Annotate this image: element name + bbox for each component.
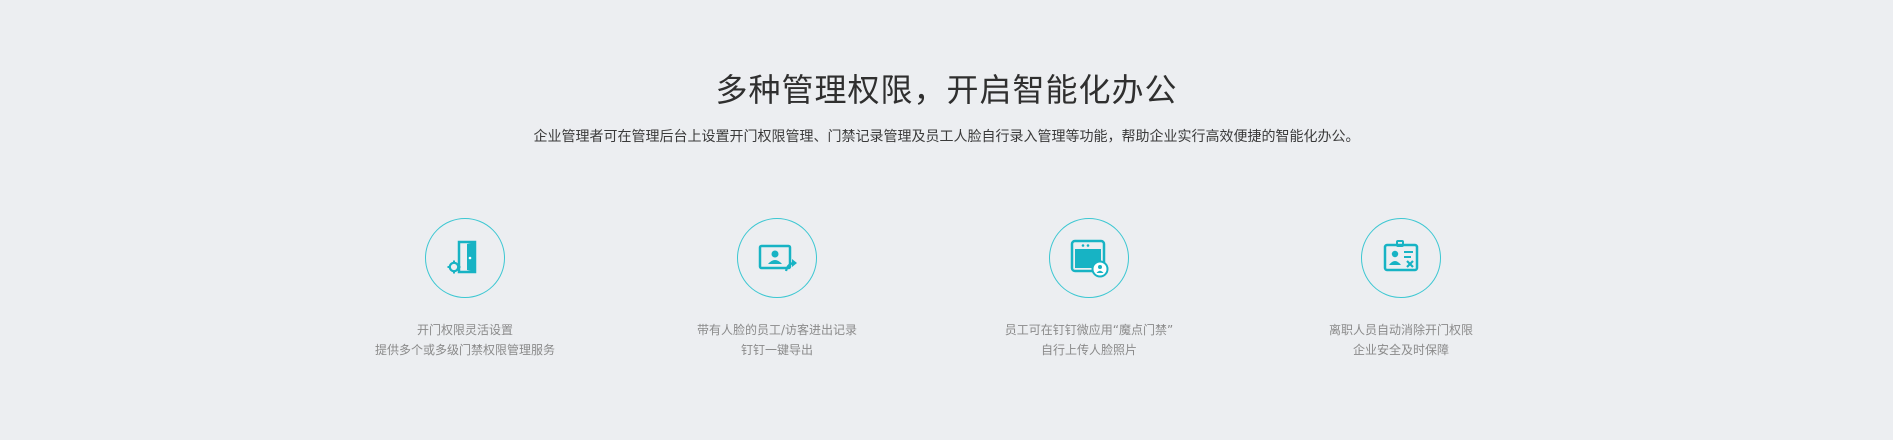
feature-icon-circle (1361, 218, 1441, 298)
door-gear-icon (445, 238, 485, 278)
feature-title: 开门权限灵活设置 (416, 323, 513, 337)
feature-title: 员工可在钉钉微应用“魔点门禁” (1004, 323, 1174, 337)
feature-description: 钉钉一键导出 (740, 343, 813, 357)
feature-section: 多种管理权限，开启智能化办公 企业管理者可在管理后台上设置开门权限管理、门禁记录… (0, 0, 1893, 440)
feature-card-access-records: 带有人脸的员工/访客进出记录 钉钉一键导出 (647, 218, 907, 360)
face-record-share-icon (755, 238, 799, 278)
feature-description: 提供多个或多级门禁权限管理服务 (374, 343, 555, 357)
app-user-upload-icon (1067, 236, 1111, 280)
section-subtitle: 企业管理者可在管理后台上设置开门权限管理、门禁记录管理及员工人脸自行录入管理等功… (533, 129, 1360, 145)
feature-card-door-permission: 开门权限灵活设置 提供多个或多级门禁权限管理服务 (335, 218, 595, 360)
feature-icon-circle (425, 218, 505, 298)
feature-icon-circle (737, 218, 817, 298)
feature-icon-circle (1049, 218, 1129, 298)
feature-card-auto-revoke: 离职人员自动消除开门权限 企业安全及时保障 (1271, 218, 1531, 360)
section-title: 多种管理权限，开启智能化办公 (715, 71, 1178, 109)
feature-title: 离职人员自动消除开门权限 (1328, 323, 1473, 337)
feature-description: 自行上传人脸照片 (1040, 343, 1137, 357)
feature-description: 企业安全及时保障 (1352, 343, 1449, 357)
feature-card-face-upload: 员工可在钉钉微应用“魔点门禁” 自行上传人脸照片 (959, 218, 1219, 360)
badge-remove-icon (1379, 238, 1423, 278)
feature-title: 带有人脸的员工/访客进出记录 (696, 323, 858, 337)
